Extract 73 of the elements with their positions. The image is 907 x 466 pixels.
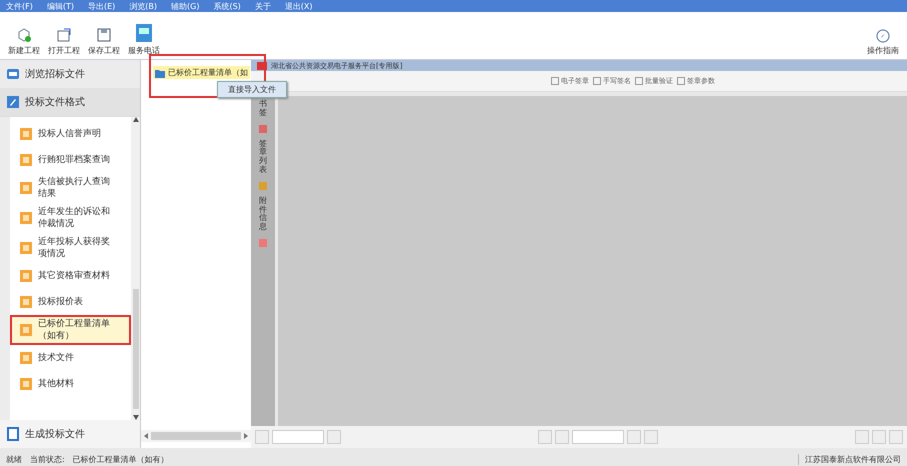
- sidebar-section[interactable]: 生成投标文件: [0, 420, 140, 448]
- sidebar-item[interactable]: 已标价工程量清单（如有）: [10, 315, 131, 345]
- menu-item[interactable]: 关于: [254, 0, 271, 12]
- toolbar-button[interactable]: 打开工程: [44, 27, 84, 56]
- sidebar-item[interactable]: 失信被执行人查询结果: [10, 173, 131, 203]
- sidebar-section[interactable]: 投标文件格式: [0, 88, 140, 117]
- context-menu[interactable]: 直接导入文件: [217, 81, 287, 98]
- menu-item[interactable]: 浏览(B): [129, 0, 158, 12]
- document-icon: [20, 154, 32, 166]
- stamp-icon: [551, 77, 559, 85]
- view-mode-button[interactable]: [872, 430, 886, 444]
- menu-item[interactable]: 退出(X): [284, 0, 313, 12]
- sidebar-item[interactable]: 其它资格审查材料: [10, 263, 131, 289]
- sidebar-item[interactable]: 投标报价表: [10, 289, 131, 315]
- sidebar-item[interactable]: 其他材料: [10, 371, 131, 397]
- sidebar-item[interactable]: 近年发生的诉讼和仲裁情况: [10, 203, 131, 233]
- document-icon: [20, 212, 32, 224]
- sidebar-item[interactable]: 近年投标人获得奖项情况: [10, 233, 131, 263]
- stamp-icon: [677, 77, 685, 85]
- document-icon: [20, 352, 32, 364]
- lock-icon: [258, 180, 268, 191]
- book-icon: [258, 124, 268, 134]
- edit-icon: [6, 95, 20, 109]
- paperclip-icon: [258, 238, 268, 248]
- page-field[interactable]: [572, 430, 624, 444]
- menu-item[interactable]: 文件(F): [6, 0, 33, 12]
- view-mode-button[interactable]: [855, 430, 869, 444]
- document-icon: [20, 128, 32, 140]
- menu-item[interactable]: 系统(S): [213, 0, 241, 12]
- stamp-icon: [593, 77, 601, 85]
- side-tab[interactable]: 附件信息: [259, 196, 267, 232]
- last-page-button[interactable]: [644, 430, 658, 444]
- menu-item[interactable]: 编辑(T): [46, 0, 74, 12]
- menu-item[interactable]: 导出(E): [88, 0, 116, 12]
- browser-icon: [6, 67, 20, 81]
- company-name: 江苏国泰新点软件有限公司: [798, 454, 901, 464]
- next-page-button[interactable]: [627, 430, 641, 444]
- guide-button[interactable]: 操作指南: [863, 29, 903, 56]
- side-tab[interactable]: 书签: [259, 100, 267, 118]
- zoom-in-button[interactable]: [327, 430, 341, 444]
- document-icon: [20, 378, 32, 390]
- status-text: 就绪: [6, 454, 22, 464]
- tree-node[interactable]: 已标价工程量清单（如: [153, 66, 250, 79]
- toolbar-button[interactable]: 保存工程: [84, 27, 124, 56]
- side-tab[interactable]: 签章列表: [259, 140, 267, 175]
- sidebar-item[interactable]: 技术文件: [10, 345, 131, 371]
- sidebar-section[interactable]: 浏览招标文件: [0, 60, 140, 88]
- monitor-icon: [135, 23, 153, 43]
- toolbar-button[interactable]: 新建工程: [4, 27, 44, 56]
- previous-page-button[interactable]: [555, 430, 569, 444]
- document-icon: [20, 270, 32, 282]
- status-label: 当前状态:: [30, 454, 65, 464]
- document-icon: [20, 296, 32, 308]
- scrollbar[interactable]: [131, 117, 140, 420]
- menu-item[interactable]: 辅助(G): [171, 0, 200, 12]
- document-icon: [20, 182, 32, 194]
- first-page-button[interactable]: [538, 430, 552, 444]
- stamp-icon: [635, 77, 643, 85]
- sidebar-item[interactable]: 行贿犯罪档案查询: [10, 147, 131, 173]
- scroll-right-icon[interactable]: [244, 433, 248, 439]
- document-icon: [20, 324, 32, 336]
- horizontal-scrollbar[interactable]: [141, 430, 251, 442]
- zoom-field[interactable]: [272, 430, 324, 444]
- zoom-out-button[interactable]: [255, 430, 269, 444]
- sidebar-item[interactable]: 投标人信誉声明: [10, 121, 131, 147]
- page-icon: [6, 427, 20, 441]
- view-mode-button[interactable]: [889, 430, 903, 444]
- open-folder-icon: [56, 27, 72, 43]
- scroll-left-icon[interactable]: [144, 433, 148, 439]
- document-icon: [20, 242, 32, 254]
- status-value: 已标价工程量清单（如有）: [72, 454, 169, 464]
- toolbar-button[interactable]: 服务电话: [124, 23, 164, 56]
- folder-icon: [155, 68, 165, 78]
